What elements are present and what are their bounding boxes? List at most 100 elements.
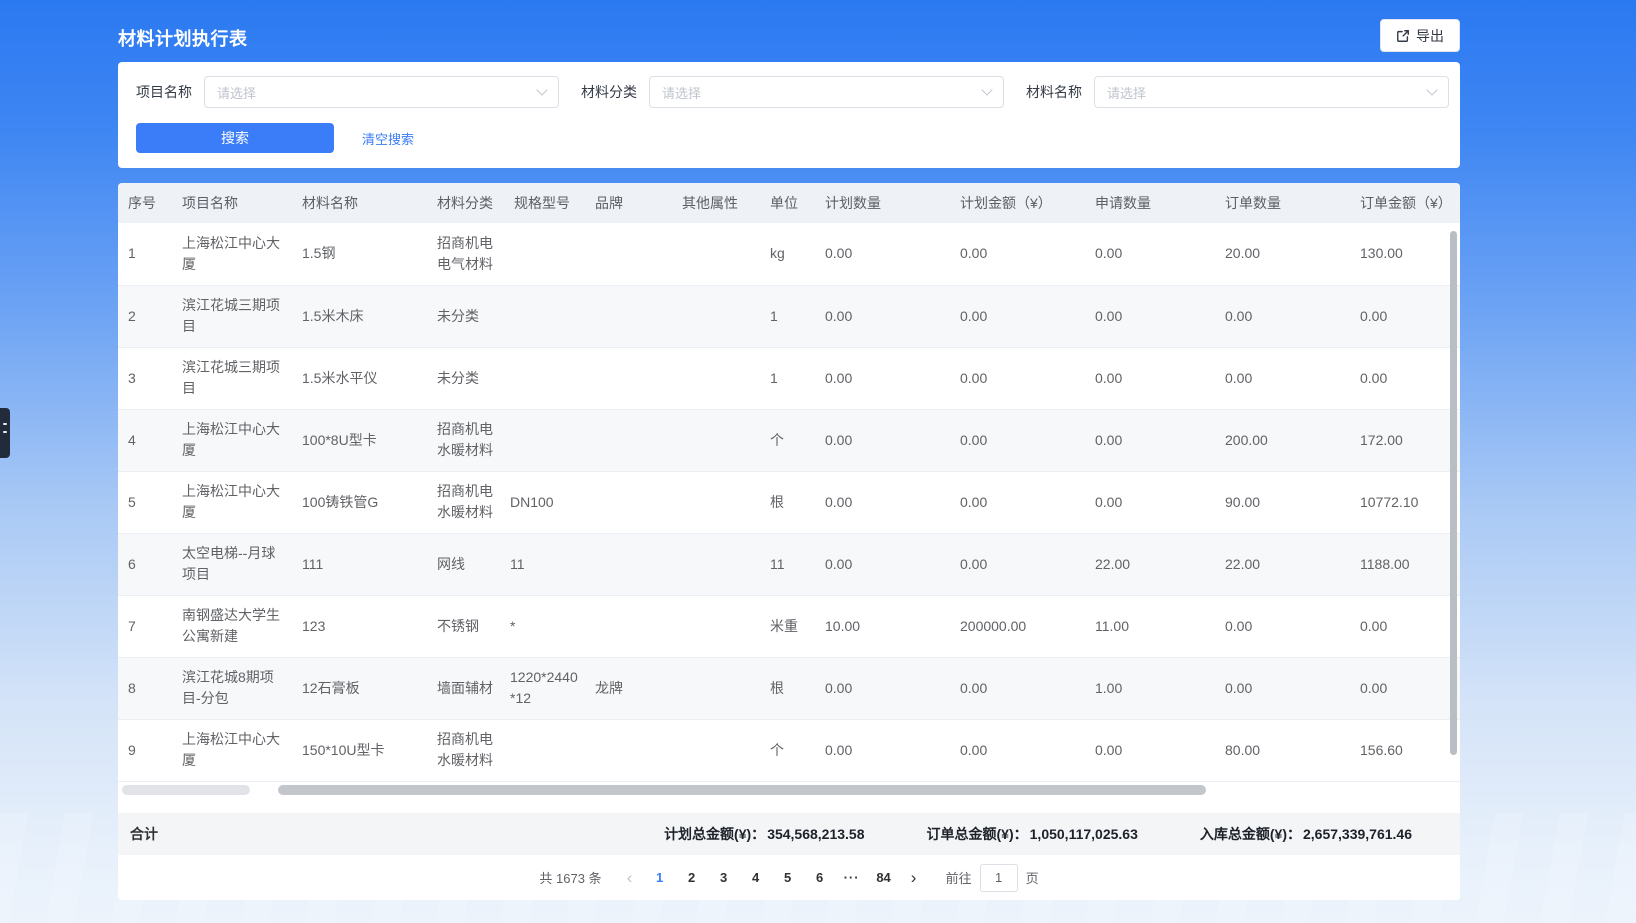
table-cell: 不锈钢 — [427, 595, 504, 657]
table-cell: 个 — [760, 719, 815, 781]
table-cell: 200.00 — [1215, 409, 1350, 471]
summary-item-label: 入库总金额(¥)： — [1200, 826, 1301, 842]
filter-group: 材料名称 请选择 — [1026, 76, 1449, 108]
table-cell: 20.00 — [1215, 223, 1350, 285]
table-cell: 0.00 — [815, 285, 950, 347]
table-cell: 根 — [760, 657, 815, 719]
table-cell: 4 — [118, 409, 172, 471]
filter-select-2[interactable]: 请选择 — [1094, 76, 1449, 108]
table-cell: 滨江花城三期项目 — [172, 347, 292, 409]
table-cell: 5 — [118, 471, 172, 533]
pagination-goto: 前往 页 — [946, 864, 1039, 892]
horizontal-scrollbar-thumb[interactable] — [278, 785, 1206, 795]
table-cell: 0.00 — [1215, 285, 1350, 347]
table-cell: 1188.00 — [1350, 533, 1460, 595]
table-cell: 1.00 — [1085, 657, 1215, 719]
table-cell: kg — [760, 223, 815, 285]
filter-label: 材料名称 — [1026, 82, 1082, 102]
export-button-label: 导出 — [1416, 26, 1444, 46]
table-cell: 0.00 — [1350, 595, 1460, 657]
table-cell: 2 — [118, 285, 172, 347]
table-cell: 0.00 — [950, 657, 1085, 719]
column-header: 材料分类 — [427, 183, 504, 223]
table-cell: 0.00 — [815, 719, 950, 781]
goto-unit-label: 页 — [1026, 868, 1039, 887]
filter-select-0[interactable]: 请选择 — [204, 76, 559, 108]
table-cell: 3 — [118, 347, 172, 409]
data-table-panel: 序号项目名称材料名称材料分类规格型号品牌其他属性单位计划数量计划金额（¥）申请数… — [118, 183, 1460, 900]
table-cell: 米重 — [760, 595, 815, 657]
pagination-next-icon[interactable]: › — [900, 869, 928, 886]
table-header-row: 序号项目名称材料名称材料分类规格型号品牌其他属性单位计划数量计划金额（¥）申请数… — [118, 183, 1460, 223]
table-cell: 滨江花城8期项目-分包 — [172, 657, 292, 719]
export-button[interactable]: 导出 — [1380, 19, 1460, 52]
table-cell — [585, 285, 672, 347]
table-cell: 未分类 — [427, 347, 504, 409]
table-cell — [585, 409, 672, 471]
table-cell: 0.00 — [950, 533, 1085, 595]
summary-item-value: 1,050,117,025.63 — [1030, 826, 1138, 842]
search-button[interactable]: 搜索 — [136, 123, 334, 153]
pagination-page[interactable]: 6 — [804, 864, 836, 892]
table-cell: 上海松江中心大厦 — [172, 409, 292, 471]
table-cell: * — [504, 595, 585, 657]
table-cell — [672, 657, 760, 719]
table-cell: DN100 — [504, 471, 585, 533]
pagination-prev-icon[interactable]: ‹ — [616, 869, 644, 886]
summary-item-label: 订单总金额(¥)： — [927, 826, 1028, 842]
table-cell: 1.5钢 — [292, 223, 427, 285]
pagination: 共 1673 条 ‹ 123456···84 › 前往 页 — [118, 855, 1460, 900]
column-header: 计划数量 — [815, 183, 950, 223]
pagination-page[interactable]: 3 — [708, 864, 740, 892]
pagination-pages: 123456···84 — [644, 864, 900, 892]
table-cell: 0.00 — [950, 223, 1085, 285]
table-cell: 0.00 — [1350, 285, 1460, 347]
table-cell — [585, 347, 672, 409]
chevron-down-icon — [981, 84, 992, 95]
table-cell: 南钢盛达大学生公寓新建 — [172, 595, 292, 657]
table-cell — [672, 719, 760, 781]
horizontal-scrollbar-left-segment[interactable] — [122, 785, 250, 795]
pagination-page[interactable]: 84 — [868, 864, 900, 892]
table-cell: 0.00 — [815, 533, 950, 595]
column-header: 规格型号 — [504, 183, 585, 223]
table-cell: 8 — [118, 657, 172, 719]
goto-page-input[interactable] — [980, 864, 1018, 892]
table-cell: 172.00 — [1350, 409, 1460, 471]
table-cell — [585, 595, 672, 657]
filter-select-1[interactable]: 请选择 — [649, 76, 1004, 108]
table-cell — [585, 223, 672, 285]
table-row: 6太空电梯--月球项目111网线11110.000.0022.0022.0011… — [118, 533, 1460, 595]
filter-label: 项目名称 — [136, 82, 192, 102]
summary-item-value: 354,568,213.58 — [767, 826, 864, 842]
vertical-scrollbar-thumb[interactable] — [1450, 231, 1457, 755]
table-cell: 0.00 — [815, 657, 950, 719]
table-cell: 招商机电电气材料 — [427, 223, 504, 285]
table-cell: 11.00 — [1085, 595, 1215, 657]
table-cell: 80.00 — [1215, 719, 1350, 781]
table-cell: 1 — [760, 347, 815, 409]
table-cell: 0.00 — [1350, 347, 1460, 409]
table-cell — [672, 533, 760, 595]
pagination-page[interactable]: 5 — [772, 864, 804, 892]
table-cell — [672, 223, 760, 285]
clear-search-link[interactable]: 清空搜索 — [362, 129, 414, 148]
table-cell: 7 — [118, 595, 172, 657]
table-cell: 滨江花城三期项目 — [172, 285, 292, 347]
table-cell: 0.00 — [950, 347, 1085, 409]
side-drawer-handle[interactable] — [0, 408, 10, 458]
summary-item: 订单总金额(¥)：1,050,117,025.63 — [927, 824, 1138, 844]
pagination-page[interactable]: 2 — [676, 864, 708, 892]
table-cell: 200000.00 — [950, 595, 1085, 657]
table-cell — [504, 285, 585, 347]
select-placeholder: 请选择 — [1107, 83, 1146, 102]
table-cell: 9 — [118, 719, 172, 781]
filter-label: 材料分类 — [581, 82, 637, 102]
app-screen: 材料计划执行表 导出 项目名称请选择材料分类请选择材料名称请选择 搜索 清空搜索… — [0, 0, 1636, 923]
pagination-page[interactable]: 4 — [740, 864, 772, 892]
table-cell: 90.00 — [1215, 471, 1350, 533]
table-row: 4上海松江中心大厦100*8U型卡招商机电水暖材料个0.000.000.0020… — [118, 409, 1460, 471]
table-cell: 0.00 — [1215, 595, 1350, 657]
table-cell: 0.00 — [1085, 223, 1215, 285]
pagination-page[interactable]: 1 — [644, 864, 676, 892]
